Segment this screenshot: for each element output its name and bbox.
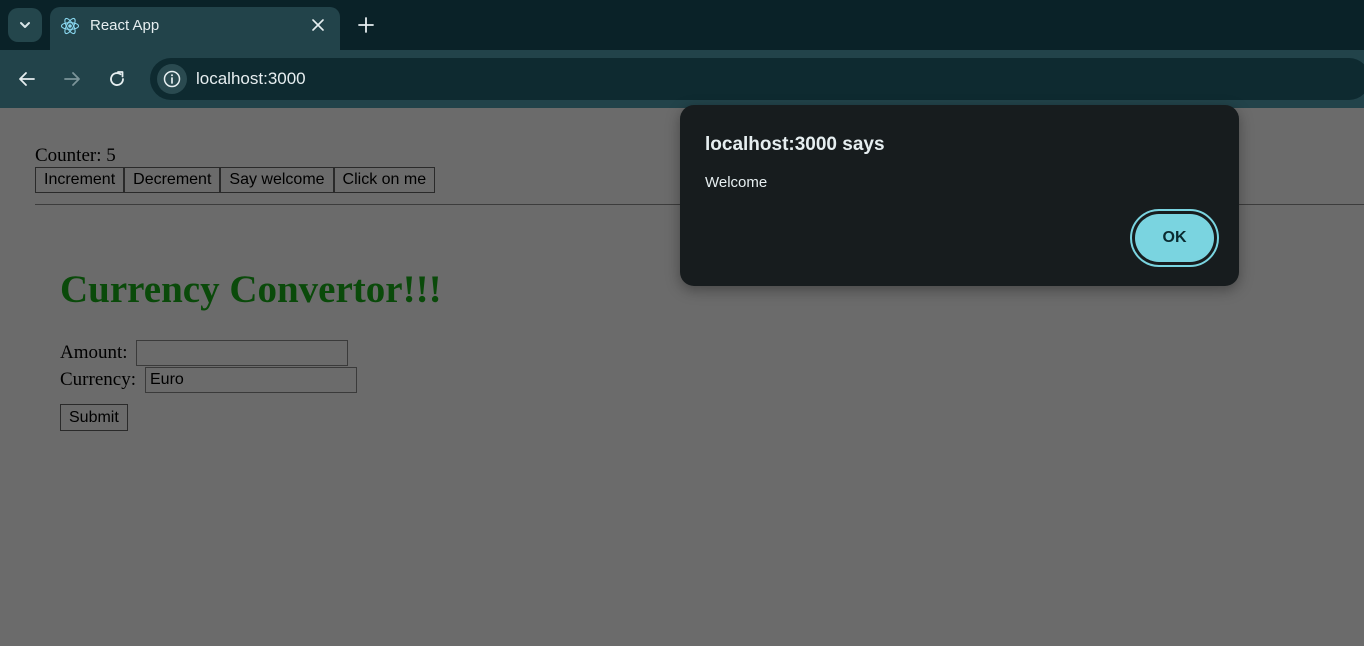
dialog-message: Welcome [705,174,768,191]
submit-button[interactable]: Submit [60,404,128,431]
arrow-left-icon [19,72,35,86]
new-tab-button[interactable] [352,10,380,40]
site-info-button[interactable] [157,64,187,94]
browser-toolbar: localhost:3000 [0,50,1364,108]
amount-label: Amount: [60,342,128,363]
currency-label: Currency: [60,369,136,390]
click-on-me-button[interactable]: Click on me [333,167,436,193]
say-welcome-button[interactable]: Say welcome [220,167,334,193]
tab-search-button[interactable] [8,8,42,42]
increment-button[interactable]: Increment [35,167,125,193]
currency-input[interactable]: Euro [145,367,357,393]
back-button[interactable] [12,64,42,94]
info-icon [163,70,181,88]
reload-icon [110,71,124,86]
browser-tab[interactable]: React App [50,7,340,50]
amount-input[interactable] [136,340,348,366]
tab-title: React App [90,17,160,34]
forward-button[interactable] [57,64,87,94]
close-icon [312,19,324,31]
dialog-title: localhost:3000 says [705,134,885,155]
tab-strip: React App [0,0,1364,50]
reload-button[interactable] [102,64,132,94]
url-text[interactable]: localhost:3000 [196,69,306,89]
react-atom-icon [60,17,80,35]
plus-icon [358,17,374,33]
address-bar[interactable]: localhost:3000 [150,58,1364,100]
counter-label: Counter: 5 [35,145,116,166]
chevron-down-icon [20,22,30,28]
arrow-right-icon [64,72,80,86]
ok-button[interactable]: OK [1135,214,1214,262]
decrement-button[interactable]: Decrement [124,167,221,193]
page-title: Currency Convertor!!! [60,268,442,311]
alert-dialog: localhost:3000 says Welcome OK [680,105,1239,286]
counter-button-row: Increment Decrement Say welcome Click on… [35,167,436,193]
close-tab-button[interactable] [306,13,330,37]
